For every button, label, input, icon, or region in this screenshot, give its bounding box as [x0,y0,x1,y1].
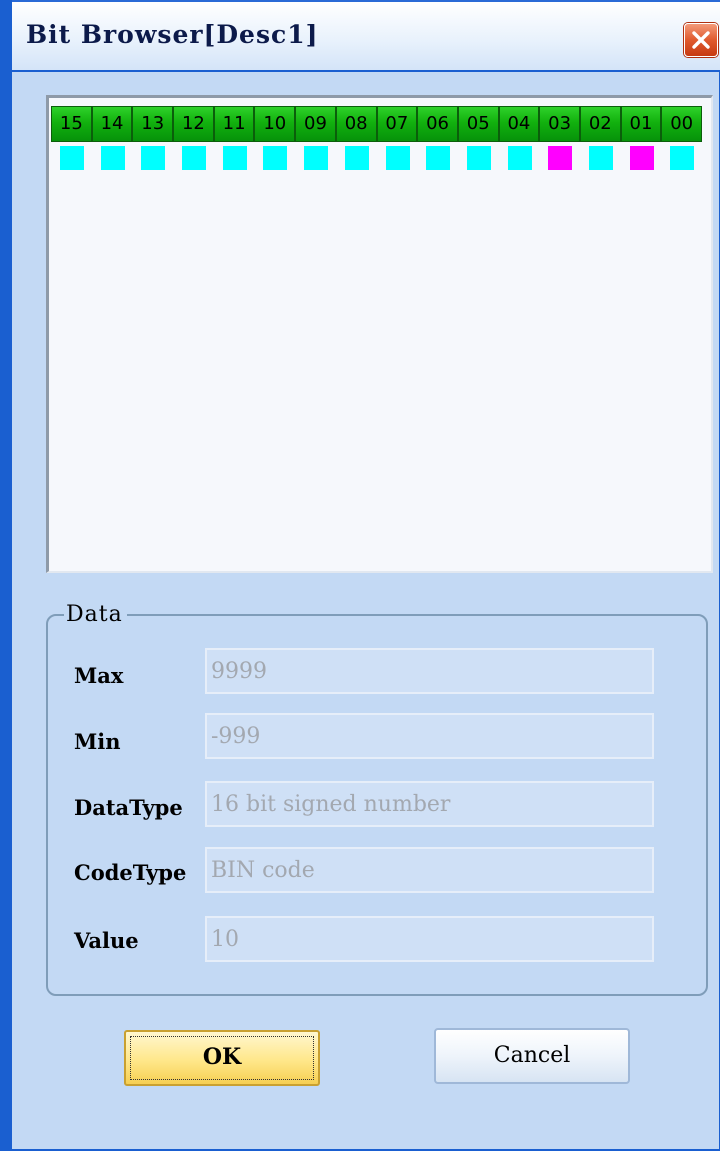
bit-state-01-on[interactable] [629,146,654,170]
bit-state-15-off[interactable] [60,146,84,170]
bit-slot-03 [539,146,580,172]
bit-slot-07 [377,146,418,172]
bit-slot-09 [295,146,336,172]
bit-header-02: 02 [579,106,621,142]
bit-header-11: 11 [213,106,255,142]
bit-browser-dialog: Bit Browser[Desc1] 15 14 13 12 11 10 09 08 07 06 0… [0,0,720,1151]
cancel-button-label: Cancel [493,1043,571,1068]
bit-header-08: 08 [335,106,377,142]
bit-state-08-off[interactable] [344,146,369,170]
bit-header-row: 15 14 13 12 11 10 09 08 07 06 05 04 03 02 01 00 [51,106,702,142]
bit-header-10: 10 [254,106,296,142]
bit-header-13: 13 [132,106,174,142]
bit-header-12: 12 [173,106,214,142]
bit-header-14: 14 [91,106,133,142]
max-field[interactable] [205,648,654,694]
bit-state-09-off[interactable] [304,146,329,170]
bit-header-15: 15 [51,106,92,142]
ok-button[interactable]: OK [124,1030,320,1086]
bit-state-10-off[interactable] [263,146,288,170]
bit-slot-02 [580,146,621,172]
codetype-field[interactable] [205,847,654,893]
bit-state-04-off[interactable] [507,146,532,170]
close-icon [692,31,710,49]
min-label: Min [74,729,121,754]
codetype-label: CodeType [74,860,187,885]
bit-state-03-on[interactable] [548,146,573,170]
min-field[interactable] [205,713,654,759]
window-title: Bit Browser[Desc1] [26,20,319,49]
bit-slot-08 [336,146,377,172]
cancel-button[interactable]: Cancel [434,1028,630,1084]
bit-state-13-off[interactable] [141,146,166,170]
bit-slot-01 [621,146,662,172]
data-group-legend: Data [64,602,127,628]
bit-slot-15 [51,146,92,172]
value-label: Value [74,928,139,953]
bit-header-09: 09 [295,106,336,142]
bit-state-row [51,146,702,172]
bit-slot-05 [458,146,499,172]
bit-state-14-off[interactable] [100,146,125,170]
bit-slot-00 [661,146,702,172]
bit-slot-12 [173,146,214,172]
bit-state-06-off[interactable] [426,146,451,170]
bit-slot-11 [214,146,255,172]
bit-slot-14 [92,146,133,172]
datatype-field[interactable] [205,781,654,827]
bit-header-07: 07 [376,106,418,142]
bit-state-02-off[interactable] [588,146,613,170]
datatype-label: DataType [74,795,183,820]
bit-slot-06 [417,146,458,172]
bit-header-01: 01 [620,106,662,142]
bit-slot-10 [254,146,295,172]
bit-header-00: 00 [661,106,702,142]
focus-ring [130,1036,314,1080]
max-label: Max [74,663,124,688]
bit-header-05: 05 [457,106,499,142]
bit-state-05-off[interactable] [466,146,491,170]
bit-header-03: 03 [539,106,580,142]
bit-state-07-off[interactable] [385,146,410,170]
close-button[interactable] [684,23,718,57]
bit-header-06: 06 [417,106,458,142]
bit-state-00-off[interactable] [670,146,695,170]
value-field[interactable] [205,916,654,962]
title-bar[interactable]: Bit Browser[Desc1] [12,0,720,72]
bit-display-panel: 15 14 13 12 11 10 09 08 07 06 05 04 03 02 01 00 [46,95,713,573]
bit-state-12-off[interactable] [182,146,207,170]
bit-slot-13 [132,146,173,172]
bit-state-11-off[interactable] [222,146,247,170]
bit-slot-04 [499,146,540,172]
bit-header-04: 04 [498,106,540,142]
